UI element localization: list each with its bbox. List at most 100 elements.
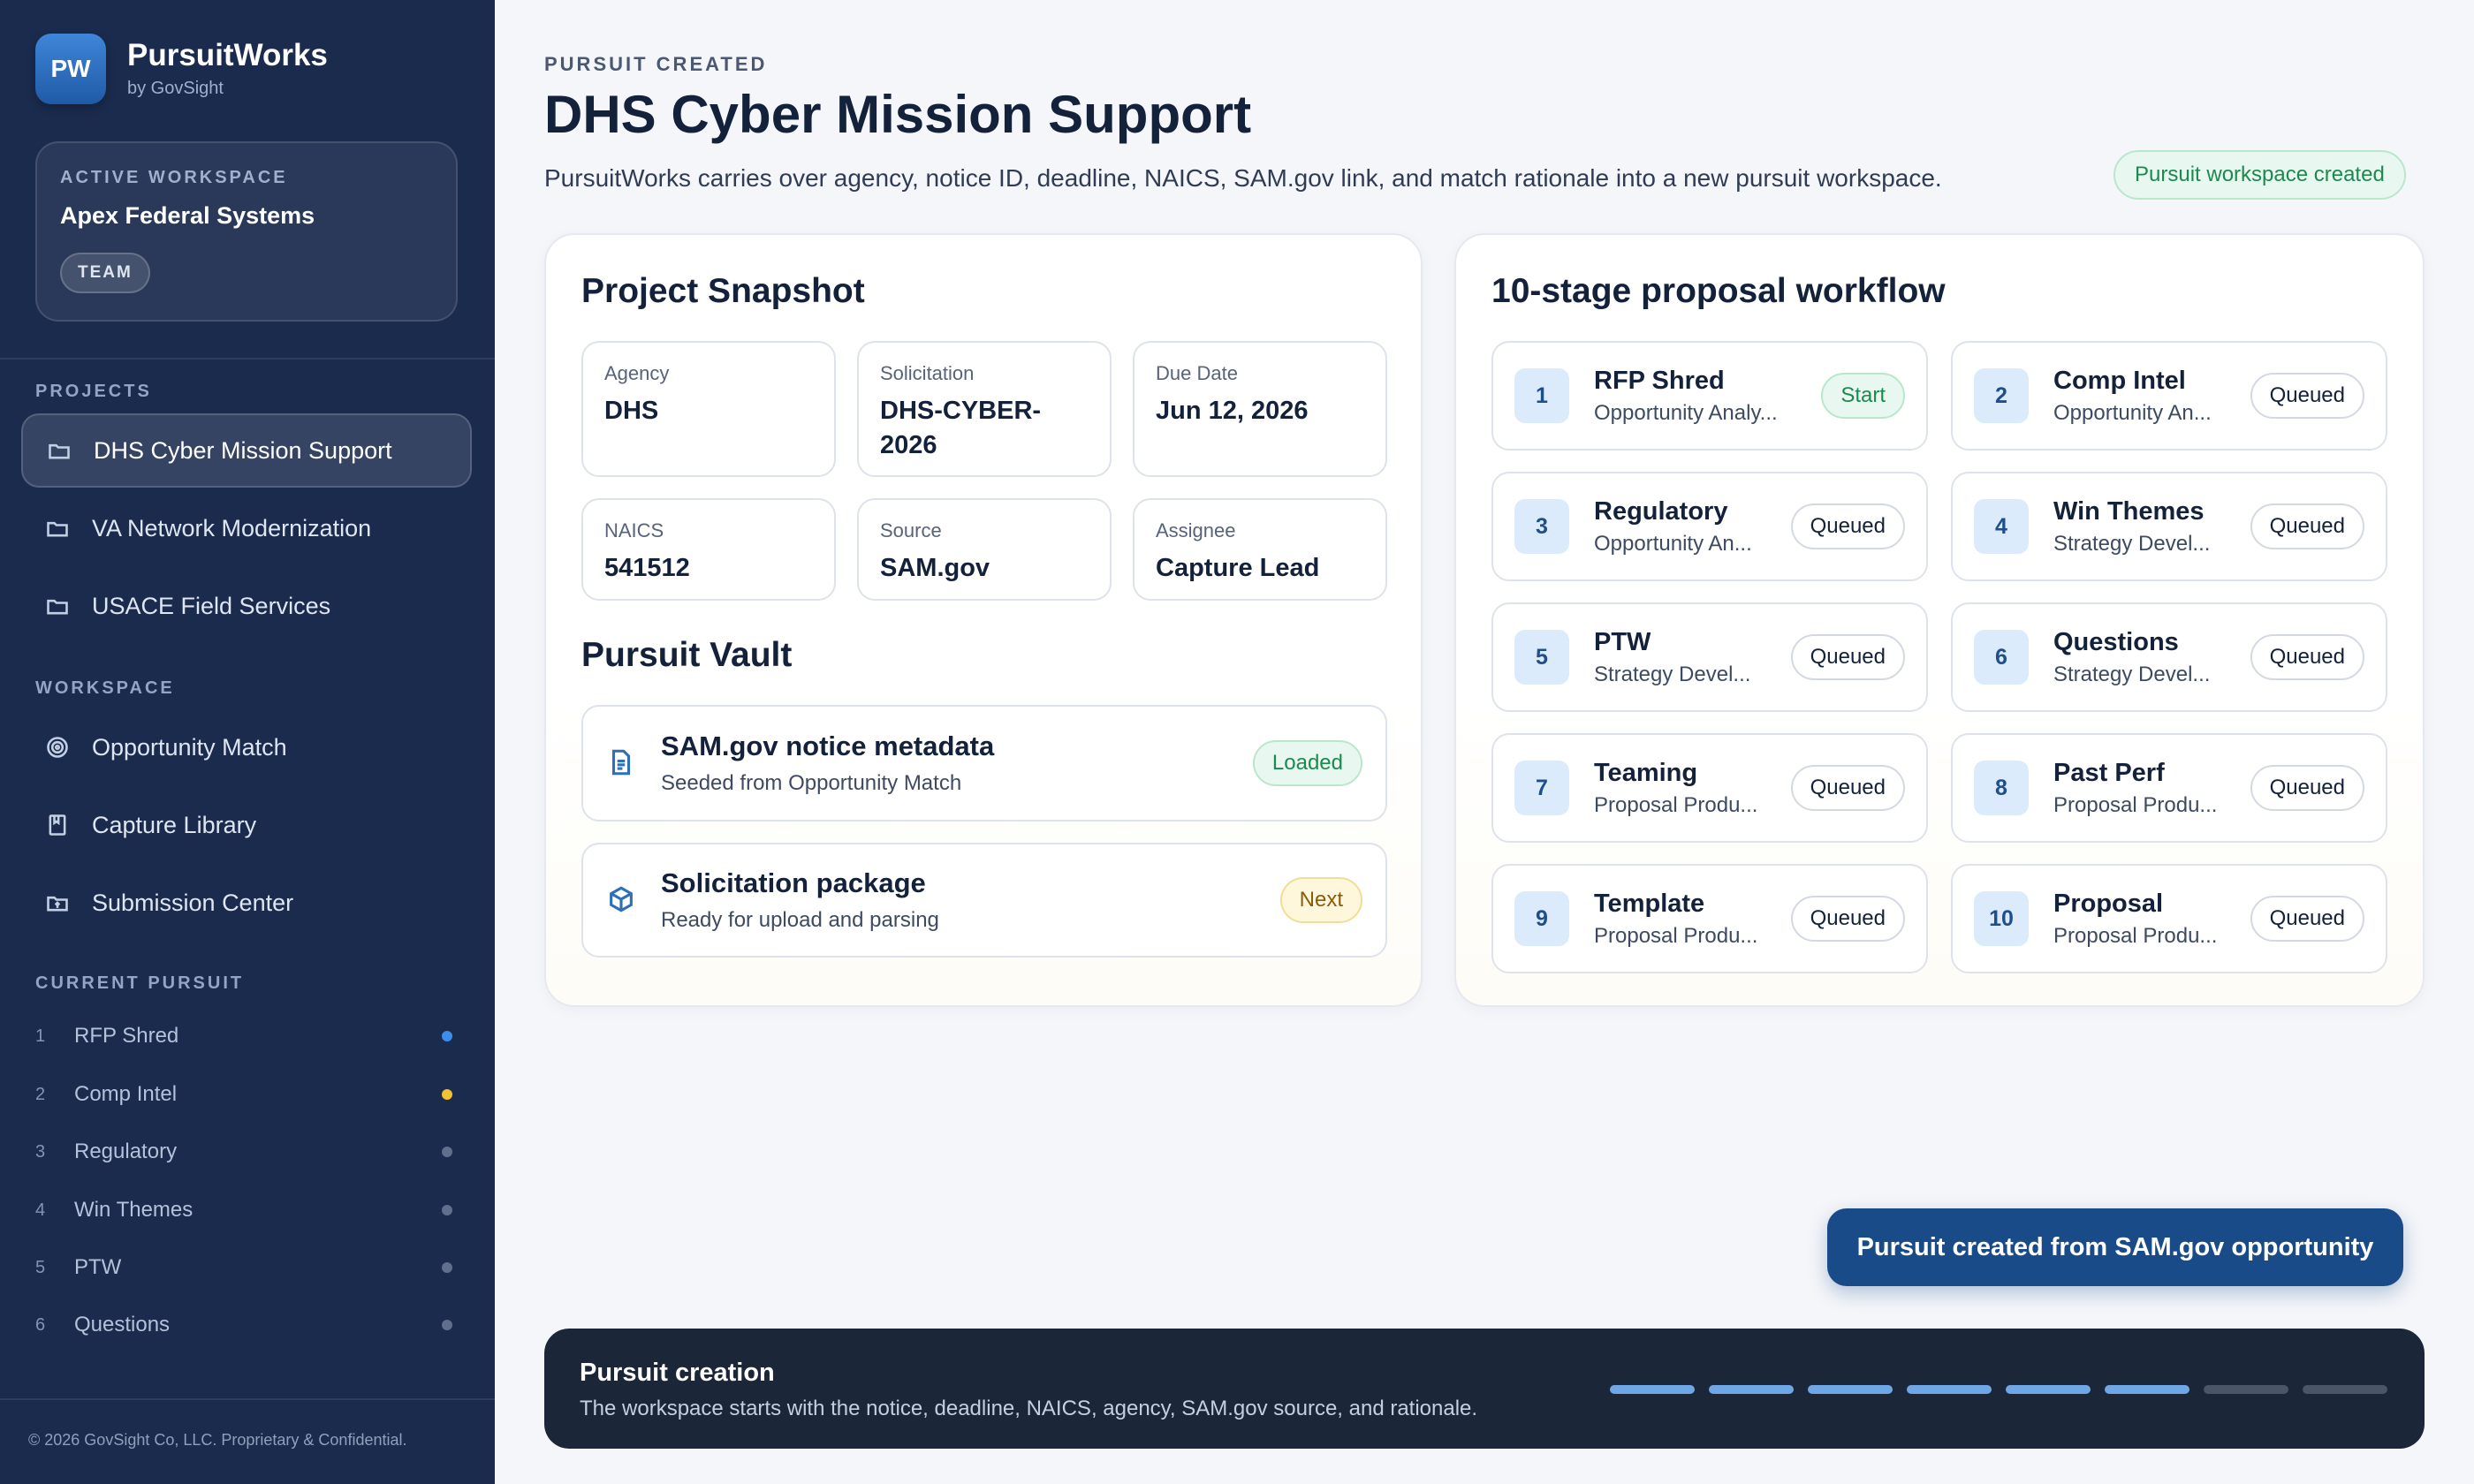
progress-segment [2105,1385,2189,1394]
workflow-stage-card[interactable]: 5 PTW Strategy Devel... Queued [1491,602,1928,712]
sidebar-item-submission-center[interactable]: Submission Center [21,866,472,940]
vault-item-notice-metadata[interactable]: SAM.gov notice metadata Seeded from Oppo… [581,705,1387,822]
stage-number: 3 [35,1141,46,1162]
stage-number: 8 [1974,761,2029,815]
folder-icon [46,437,72,464]
field-label: Due Date [1156,362,1238,384]
stage-subtitle: Proposal Produ... [1594,923,1758,948]
current-stage-item[interactable]: 1 RFP Shred [35,1018,458,1054]
status-badge: Pursuit workspace created [2114,150,2406,200]
workspace-label: ACTIVE WORKSPACE [60,168,288,187]
field-value: DHS-CYBER-2026 [880,397,1042,460]
field-value: 541512 [604,554,690,582]
workflow-stage-card[interactable]: 9 Template Proposal Produ... Queued [1491,864,1928,973]
status-badge: Queued [1790,896,1905,942]
workflow-stage-card[interactable]: 8 Past Perf Proposal Produ... Queued [1951,733,2387,843]
brand-sub: by GovSight [127,78,224,98]
sidebar-divider [0,358,495,360]
stage-subtitle: Opportunity An... [1594,531,1752,556]
sidebar-item-label: DHS Cyber Mission Support [94,436,392,464]
status-badge: Queued [2250,765,2364,811]
vault-item-subtitle: Seeded from Opportunity Match [661,771,962,795]
sidebar-item-va-network[interactable]: VA Network Modernization [21,491,472,565]
status-badge: Queued [2250,504,2364,549]
stage-subtitle: Opportunity An... [2053,400,2212,425]
current-pursuit-section-label: CURRENT PURSUIT [35,973,245,993]
status-badge: Queued [1790,504,1905,549]
snapshot-field-assignee: Assignee Capture Lead [1133,498,1387,601]
workflow-stage-card[interactable]: 7 Teaming Proposal Produ... Queued [1491,733,1928,843]
sidebar-item-usace[interactable]: USACE Field Services [21,569,472,643]
stage-subtitle: Proposal Produ... [2053,792,2218,817]
workflow-stage-card[interactable]: 4 Win Themes Strategy Devel... Queued [1951,472,2387,581]
progress-segment [2303,1385,2387,1394]
sidebar-footer-divider [0,1398,495,1400]
workflow-stage-card[interactable]: 10 Proposal Proposal Produ... Queued [1951,864,2387,973]
stage-subtitle: Opportunity Analy... [1594,400,1778,425]
stage-status-dot [442,1205,452,1215]
stage-title: Past Perf [2053,758,2165,787]
project-snapshot-panel: Project Snapshot Agency DHS Solicitation… [544,233,1423,1007]
stage-subtitle: Proposal Produ... [2053,923,2218,948]
stage-number: 2 [1974,368,2029,423]
sidebar-item-dhs-cyber[interactable]: DHS Cyber Mission Support [21,413,472,488]
progress-steps [1610,1385,2402,1394]
workflow-stage-card[interactable]: 1 RFP Shred Opportunity Analy... Start [1491,341,1928,450]
status-badge: Queued [2250,373,2364,419]
vault-item-title: Solicitation package [661,867,926,898]
stage-name: RFP Shred [74,1024,179,1048]
sidebar-item-label: Opportunity Match [92,733,287,761]
snapshot-field-naics: NAICS 541512 [581,498,836,601]
target-icon [44,734,71,761]
document-icon [606,747,638,779]
folder-upload-icon [44,890,71,916]
stage-name: Comp Intel [74,1082,178,1106]
vault-item-title: SAM.gov notice metadata [661,731,995,761]
current-stage-item[interactable]: 4 Win Themes [35,1192,458,1228]
stage-number: 6 [1974,630,2029,685]
field-value: Capture Lead [1156,554,1320,582]
stage-number: 5 [35,1257,46,1277]
sidebar-item-capture-library[interactable]: Capture Library [21,788,472,862]
field-value: DHS [604,397,659,425]
stage-title: Comp Intel [2053,366,2186,395]
snapshot-field-agency: Agency DHS [581,341,836,477]
status-badge: Queued [1790,634,1905,680]
notification-toast[interactable]: Pursuit created from SAM.gov opportunity [1827,1208,2403,1286]
page-description: PursuitWorks carries over agency, notice… [544,164,1942,192]
stage-name: Regulatory [74,1140,178,1163]
stage-status-dot [442,1089,452,1100]
workflow-stage-card[interactable]: 6 Questions Strategy Devel... Queued [1951,602,2387,712]
stage-number: 4 [35,1200,46,1220]
workflow-stage-card[interactable]: 3 Regulatory Opportunity An... Queued [1491,472,1928,581]
stage-number: 2 [35,1084,46,1104]
sidebar-footer: © 2026 GovSight Co, LLC. Proprietary & C… [28,1431,407,1449]
field-label: Agency [604,362,670,384]
stage-name: PTW [74,1255,122,1279]
stage-number: 7 [1514,761,1569,815]
current-stage-item[interactable]: 6 Questions [35,1307,458,1343]
stage-number: 10 [1974,891,2029,946]
sidebar-item-opportunity-match[interactable]: Opportunity Match [21,710,472,784]
progress-segment [1610,1385,1695,1394]
current-stage-item[interactable]: 3 Regulatory [35,1134,458,1170]
stage-number: 9 [1514,891,1569,946]
workspace-name: Apex Federal Systems [60,202,315,229]
status-badge: Queued [2250,896,2364,942]
stage-title: Win Themes [2053,496,2205,526]
active-workspace-card[interactable]: ACTIVE WORKSPACE Apex Federal Systems TE… [35,141,458,322]
progress-segment [1907,1385,1992,1394]
sidebar-item-label: VA Network Modernization [92,514,372,541]
snapshot-field-source: Source SAM.gov [857,498,1112,601]
stage-status-dot [442,1320,452,1330]
snapshot-field-solicitation: Solicitation DHS-CYBER-2026 [857,341,1112,477]
start-button[interactable]: Start [1821,373,1905,419]
workspace-section-label: WORKSPACE [35,678,175,698]
field-label: Assignee [1156,519,1236,541]
current-stage-item[interactable]: 2 Comp Intel [35,1077,458,1112]
brand[interactable]: PW PursuitWorks by GovSight [35,34,328,104]
workflow-stage-card[interactable]: 2 Comp Intel Opportunity An... Queued [1951,341,2387,450]
current-stage-item[interactable]: 5 PTW [35,1250,458,1285]
vault-item-solicitation-package[interactable]: Solicitation package Ready for upload an… [581,843,1387,958]
progress-segment [2204,1385,2288,1394]
